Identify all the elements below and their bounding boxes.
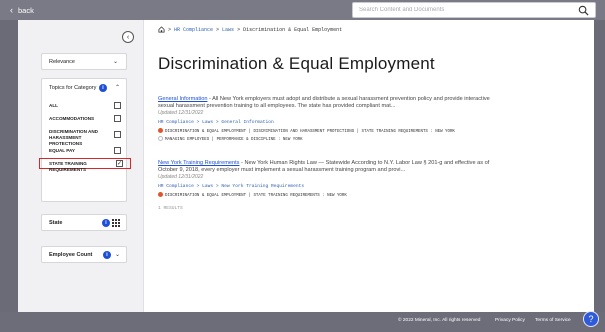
- terms-of-service-link[interactable]: Terms of Service: [535, 318, 571, 323]
- state-filter[interactable]: State i: [41, 214, 127, 231]
- grid-icon[interactable]: [112, 219, 120, 227]
- topic-label: ALL: [49, 103, 58, 108]
- relevance-dropdown[interactable]: Relevance ⌄: [41, 53, 127, 70]
- tag-dot-icon: [158, 128, 163, 133]
- page-title: Discrimination & Equal Employment: [158, 54, 435, 73]
- search-result: New York Training Requirements - New Yor…: [158, 160, 498, 200]
- breadcrumb: > HR Compliance > Laws > Discrimination …: [158, 26, 342, 33]
- search-box: [352, 2, 596, 18]
- back-button[interactable]: ‹ back: [10, 3, 34, 17]
- topic-item-discrimination[interactable]: DISCRIMINATION AND HARASSMENT PROTECTION…: [42, 127, 126, 146]
- filter-sidebar: ‹ Relevance ⌄ Topics for Category i ⌃ AL…: [18, 20, 144, 312]
- result-date: Updated 12/31/2022: [158, 174, 204, 180]
- footer: © 2022 Mineral, Inc. All rights reserved…: [0, 312, 605, 332]
- topic-checkbox-checked[interactable]: ✓: [116, 160, 123, 167]
- collapse-sidebar-button[interactable]: ‹: [122, 31, 134, 43]
- tag-ring-icon: [158, 136, 163, 141]
- topic-checkbox[interactable]: [114, 147, 121, 154]
- topics-filter-label: Topics for Category: [49, 85, 97, 91]
- search-result: General Information - All New York emplo…: [158, 96, 498, 144]
- back-label: back: [18, 5, 34, 15]
- result-title-link[interactable]: New York Training Requirements: [158, 160, 239, 166]
- topics-filter-header[interactable]: Topics for Category i ⌃: [42, 79, 126, 97]
- chevron-left-icon: ‹: [10, 4, 13, 15]
- topic-checkbox[interactable]: [114, 102, 121, 109]
- result-tags: DISCRIMINATION & EQUAL EMPLOYMENT | DISC…: [158, 128, 498, 144]
- main-content: > HR Compliance > Laws > Discrimination …: [144, 20, 594, 312]
- relevance-label: Relevance: [49, 59, 75, 65]
- breadcrumb-link[interactable]: Laws: [222, 27, 234, 33]
- chevron-down-icon: ⌄: [114, 252, 120, 258]
- home-icon[interactable]: [158, 26, 165, 33]
- result-snippet: New York Training Requirements - New Yor…: [158, 160, 490, 173]
- state-label: State: [49, 220, 63, 226]
- topics-filter: Topics for Category i ⌃ ALL ACCOMMODATIO…: [39, 78, 131, 202]
- search-icon[interactable]: [578, 5, 589, 16]
- topic-label: DISCRIMINATION AND HARASSMENT PROTECTION…: [49, 129, 98, 146]
- topic-item-equal-pay[interactable]: EQUAL PAY: [42, 146, 126, 156]
- employee-count-label: Employee Count: [49, 252, 93, 258]
- employee-count-filter[interactable]: Employee Count i ⌄: [41, 246, 127, 263]
- help-button[interactable]: ?: [583, 311, 599, 327]
- result-title-link[interactable]: General Information: [158, 96, 207, 102]
- top-bar: ‹ back: [0, 0, 605, 20]
- question-icon: ?: [588, 314, 594, 324]
- breadcrumb-current: Discrimination & Equal Employment: [243, 26, 343, 33]
- chevron-down-icon: ⌄: [112, 59, 118, 65]
- breadcrumb-link[interactable]: HR Compliance: [174, 27, 213, 33]
- topic-label: EQUAL PAY: [49, 148, 75, 153]
- info-icon[interactable]: i: [102, 219, 110, 227]
- result-date: Updated 12/31/2022: [158, 110, 204, 116]
- privacy-policy-link[interactable]: Privacy Policy: [495, 318, 525, 323]
- info-icon[interactable]: i: [103, 251, 111, 259]
- topic-label: ACCOMMODATIONS: [49, 116, 95, 121]
- info-icon[interactable]: i: [99, 84, 107, 92]
- result-path[interactable]: HR Compliance > Laws > New York Training…: [158, 184, 498, 190]
- footer-copyright: © 2022 Mineral, Inc. All rights reserved: [398, 318, 481, 323]
- chevron-up-icon[interactable]: ⌃: [115, 84, 120, 91]
- result-snippet: General Information - All New York emplo…: [158, 96, 490, 109]
- chevron-left-icon: ‹: [126, 33, 130, 41]
- topic-label: STATE TRAINING REQUIREMENTS: [49, 161, 87, 172]
- result-path[interactable]: HR Compliance > Laws > General Informati…: [158, 120, 498, 126]
- topic-item-state-training[interactable]: STATE TRAINING REQUIREMENTS ✓: [39, 158, 131, 172]
- tag-dot-icon: [158, 192, 163, 197]
- topic-item-all[interactable]: ALL: [42, 101, 126, 111]
- content-panel: ‹ Relevance ⌄ Topics for Category i ⌃ AL…: [18, 20, 594, 312]
- topic-item-accommodations[interactable]: ACCOMMODATIONS: [42, 114, 126, 124]
- search-input[interactable]: [359, 4, 559, 16]
- topic-checkbox[interactable]: [114, 131, 121, 138]
- result-tags: DISCRIMINATION & EQUAL EMPLOYMENT | STAT…: [158, 192, 498, 200]
- topic-checkbox[interactable]: [114, 115, 121, 122]
- results-count: 1 RESULTS: [158, 206, 183, 211]
